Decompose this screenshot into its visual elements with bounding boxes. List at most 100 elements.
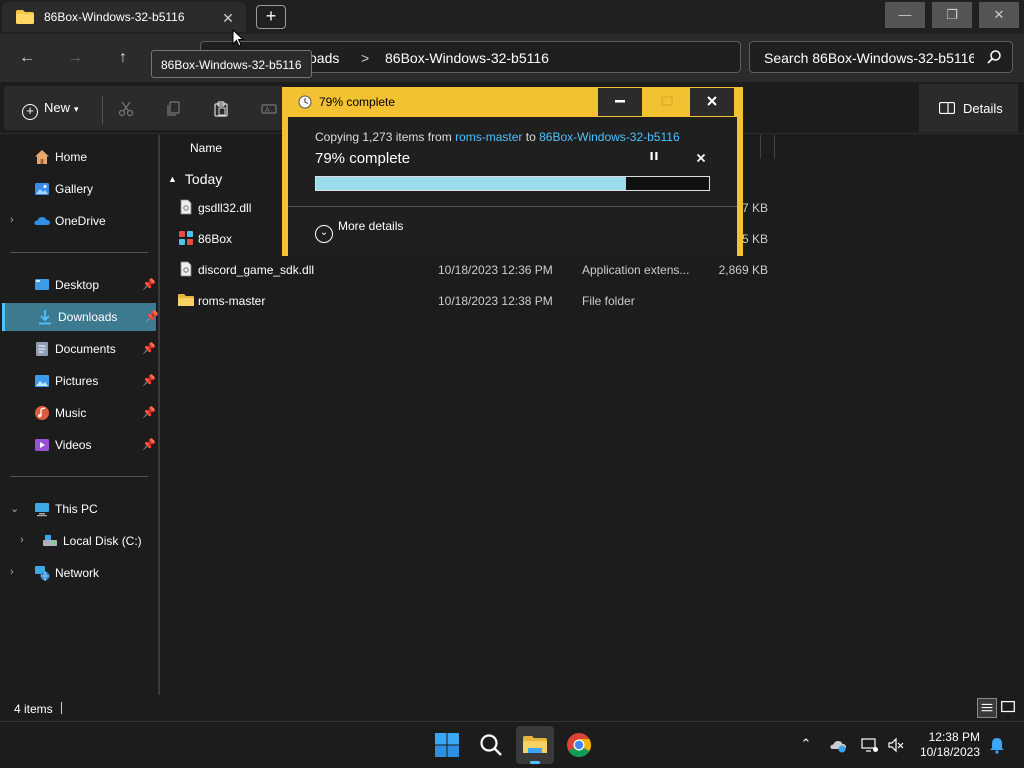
list-view-icon [981,703,993,712]
table-row[interactable]: discord_game_sdk.dll 10/18/2023 12:36 PM… [160,255,1024,285]
details-pane-icon [939,102,955,114]
group-header-today[interactable]: ▲ Today [168,171,222,187]
dialog-title: 79% complete [319,95,396,109]
search-placeholder: Search 86Box-Windows-32-b5116 [764,50,974,66]
chevron-down-icon: ▾ [74,104,79,114]
close-icon [696,153,706,163]
copy-destination-link[interactable]: 86Box-Windows-32-b5116 [539,130,680,144]
chevron-down-icon[interactable]: ⌄ [10,502,19,515]
copy-icon[interactable] [165,101,181,117]
details-button[interactable]: Details [919,84,1018,132]
sidebar-label-music: Music [55,406,87,420]
show-hidden-icons-button[interactable]: ⌃ [797,736,815,754]
more-details-label: More details [338,219,404,233]
breadcrumb-downloads[interactable]: oads [309,50,339,66]
sidebar-label-onedrive: OneDrive [55,214,106,228]
minimize-button[interactable]: — [885,2,925,28]
close-window-button[interactable]: ✕ [979,2,1019,28]
desktop-icon [35,279,49,290]
sidebar-label-home: Home [55,150,88,164]
sidebar-label-desktop: Desktop [55,278,100,292]
restore-button[interactable]: ❐ [932,2,972,28]
folder-icon [16,10,34,24]
sidebar-item-downloads[interactable]: Downloads 📌 [2,303,159,331]
back-button[interactable]: ← [13,44,41,72]
group-label: Today [184,171,223,187]
chrome-icon[interactable] [564,730,594,760]
notification-bell-icon[interactable] [988,736,1006,754]
command-panel: + New ▾ A [4,86,286,130]
search-input[interactable]: Search 86Box-Windows-32-b5116 [749,41,1013,73]
display-icon[interactable] [861,736,879,754]
taskbar: ⌃ 12:38 PM 10/18/2023 [0,721,1024,768]
new-button[interactable]: + New ▾ [22,100,79,120]
tab-close-button[interactable]: ✕ [218,8,238,28]
sidebar-item-local-disk[interactable]: › Local Disk (C:) [2,527,156,555]
tiles-view-button[interactable] [999,698,1019,718]
sidebar-item-documents[interactable]: Documents 📌 [2,335,156,363]
sidebar-item-onedrive[interactable]: › OneDrive [2,207,156,235]
details-label: Details [963,101,1003,116]
sidebar-item-gallery[interactable]: Gallery [2,175,156,203]
new-tab-button[interactable]: + [256,5,286,29]
start-icon[interactable] [432,730,462,760]
cancel-copy-button[interactable] [693,150,709,166]
details-view-button[interactable] [977,698,997,718]
search-icon[interactable] [476,730,506,760]
sidebar-label-documents: Documents [55,342,116,356]
chevron-right-icon[interactable]: › [10,214,14,226]
chevron-right-icon[interactable]: › [20,534,24,546]
percent-complete: 79% complete [315,150,411,167]
pause-button[interactable] [646,151,662,167]
paste-icon[interactable] [213,101,229,117]
pin-icon: 📌 [142,407,156,419]
app-icon [179,231,193,245]
taskbar-clock[interactable]: 12:38 PM 10/18/2023 [910,730,980,760]
column-header-extra[interactable] [760,135,775,159]
file-name: roms-master [198,294,266,308]
copy-source-link[interactable]: roms-master [455,130,522,144]
dialog-close-button[interactable] [690,88,734,116]
onedrive-status-icon[interactable] [829,736,847,754]
cut-icon[interactable] [118,101,134,117]
status-bar: 4 items [0,695,1024,721]
sidebar-item-this-pc[interactable]: ⌄ This PC [2,495,156,523]
chevron-right-icon[interactable]: › [10,566,14,578]
copy-description: Copying 1,273 items from roms-master to … [315,130,680,144]
network-icon [35,566,50,581]
up-button[interactable]: ↑ [109,44,137,72]
sidebar-item-music[interactable]: Music 📌 [2,399,156,427]
sidebar-item-pictures[interactable]: Pictures 📌 [2,367,156,395]
breadcrumb-separator[interactable]: > [361,50,369,66]
svg-text:A: A [265,107,270,114]
this-pc-icon [35,503,49,517]
copy-progress-dialog: 79% complete Copying 1,273 items from ro… [282,87,743,256]
sidebar-item-network[interactable]: › Network [2,559,156,587]
sidebar-item-desktop[interactable]: Desktop 📌 [2,271,156,299]
more-details-button[interactable]: ⌄ More details [315,219,403,243]
dialog-maximize-button [645,88,689,116]
file-name: discord_game_sdk.dll [198,263,315,277]
clock-date: 10/18/2023 [919,745,980,759]
breadcrumb-current[interactable]: 86Box-Windows-32-b5116 [385,50,549,66]
volume-muted-icon[interactable] [887,736,905,754]
forward-button[interactable]: → [61,44,89,72]
sidebar-item-home[interactable]: Home [2,143,156,171]
search-icon[interactable] [986,49,1002,65]
sidebar-label-gallery: Gallery [55,182,94,196]
table-row[interactable]: roms-master 10/18/2023 12:38 PM File fol… [160,286,1024,316]
documents-icon [36,342,48,356]
file-size: 2,869 KB [718,263,768,277]
clock-icon [298,95,312,109]
dialog-minimize-button[interactable] [598,88,642,116]
dialog-title-bar[interactable]: 79% complete [282,87,743,117]
sidebar-item-videos[interactable]: Videos 📌 [2,431,156,459]
sidebar-label-videos: Videos [55,438,92,452]
navigation-pane: Home Gallery › OneDrive Desktop 📌 Downlo… [0,135,159,695]
rename-icon[interactable]: A [261,101,277,117]
sidebar-divider [10,252,148,253]
command-separator [102,96,103,124]
explorer-tab[interactable]: 86Box-Windows-32-b5116 ✕ [2,2,246,32]
copy-prefix: Copying 1,273 items from [315,130,456,144]
sidebar-label-pictures: Pictures [55,374,99,388]
